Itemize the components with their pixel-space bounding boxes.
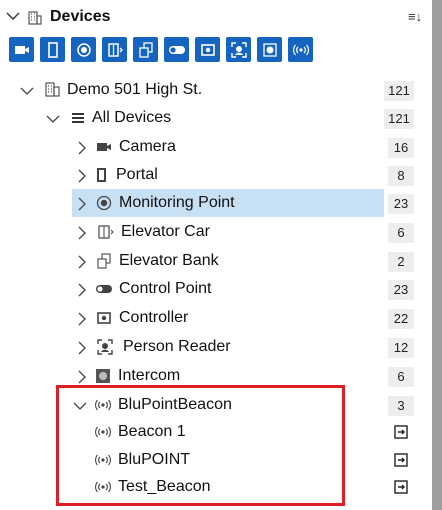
count-badge: 22 (388, 309, 414, 329)
monitoring-point-icon (76, 42, 91, 57)
tree-row-all-devices[interactable]: All Devices 121 (0, 104, 420, 132)
tree-item-label: Monitoring Point (119, 194, 235, 211)
face-scan-icon (230, 41, 247, 58)
count-badge: 6 (388, 367, 414, 387)
portal-filter-button[interactable] (40, 37, 65, 62)
open-device-icon[interactable] (394, 425, 408, 439)
tree-item-label: Person Reader (123, 338, 231, 355)
tree-item-label: Camera (119, 138, 176, 155)
elevator-car-icon (98, 225, 114, 239)
elevator-bank-filter-button[interactable] (133, 37, 158, 62)
highlight-box (56, 385, 345, 506)
open-device-icon[interactable] (394, 453, 408, 467)
chevron-down-icon[interactable] (6, 9, 20, 23)
face-scan-icon (97, 339, 113, 355)
tree-item-label: Portal (116, 166, 158, 183)
tree-item-label: Control Point (119, 280, 212, 297)
camera-filter-button[interactable] (9, 37, 34, 62)
chevron-down-icon[interactable] (20, 84, 34, 98)
count-badge: 8 (388, 166, 414, 186)
list-sort-icon[interactable]: ≡↓ (408, 9, 422, 24)
camera-icon (14, 45, 29, 54)
tree-item-label: Elevator Bank (119, 252, 219, 269)
intercom-filter-button[interactable] (257, 37, 282, 62)
elevator-bank-icon (97, 253, 111, 269)
control-point-filter-button[interactable] (164, 37, 189, 62)
beacon-filter-button[interactable] (288, 37, 313, 62)
door-icon (97, 168, 106, 182)
building-icon (28, 11, 42, 25)
tree-row-monitoring-point[interactable]: Monitoring Point 23 (0, 189, 420, 217)
toggle-icon (96, 285, 112, 293)
chevron-right-icon[interactable] (75, 169, 89, 183)
chevron-right-icon[interactable] (75, 141, 89, 155)
tree-row-camera[interactable]: Camera 16 (0, 133, 420, 161)
chevron-right-icon[interactable] (75, 312, 89, 326)
tree-item-label: Elevator Car (121, 223, 210, 240)
tree-item-label: Controller (119, 309, 189, 326)
intercom-icon (262, 42, 277, 57)
tree-row-site[interactable]: Demo 501 High St. 121 (0, 76, 420, 104)
count-badge: 23 (388, 280, 414, 300)
tree-row-elevator-car[interactable]: Elevator Car 6 (0, 218, 420, 246)
chevron-right-icon[interactable] (75, 370, 89, 384)
tree-row-control-point[interactable]: Control Point 23 (0, 275, 420, 303)
devices-header: Devices ≡↓ (0, 0, 430, 36)
tree-row-person-reader[interactable]: Person Reader 12 (0, 333, 420, 361)
building-icon (45, 82, 60, 97)
chevron-right-icon[interactable] (75, 283, 89, 297)
page-title: Devices (50, 8, 111, 25)
chevron-right-icon[interactable] (75, 341, 89, 355)
toggle-icon (168, 45, 185, 54)
elevator-car-filter-button[interactable] (102, 37, 127, 62)
count-badge: 6 (388, 223, 414, 243)
camera-icon (97, 143, 111, 151)
count-badge: 121 (384, 81, 414, 101)
count-badge: 3 (388, 396, 414, 416)
controller-icon (200, 43, 215, 56)
tree-item-label: Intercom (118, 367, 181, 384)
controller-filter-button[interactable] (195, 37, 220, 62)
count-badge: 2 (388, 252, 414, 272)
count-badge: 121 (384, 109, 414, 129)
open-device-icon[interactable] (394, 480, 408, 494)
controller-icon (97, 312, 111, 324)
monitoring-point-icon (96, 195, 112, 211)
elevator-bank-icon (138, 41, 153, 58)
tree-row-elevator-bank[interactable]: Elevator Bank 2 (0, 247, 420, 275)
tree-row-portal[interactable]: Portal 8 (0, 161, 420, 189)
chevron-right-icon[interactable] (75, 197, 89, 211)
chevron-right-icon[interactable] (75, 226, 89, 240)
intercom-icon (96, 369, 110, 383)
chevron-right-icon[interactable] (75, 255, 89, 269)
tree-row-controller[interactable]: Controller 22 (0, 304, 420, 332)
beacon-icon (292, 44, 309, 55)
chevron-down-icon[interactable] (46, 112, 60, 126)
site-label: Demo 501 High St. (67, 81, 203, 98)
list-icon (72, 113, 84, 123)
person-reader-filter-button[interactable] (226, 37, 251, 62)
all-devices-label: All Devices (92, 109, 172, 126)
count-badge: 23 (388, 194, 414, 214)
count-badge: 12 (388, 338, 414, 358)
elevator-car-icon (107, 42, 123, 57)
count-badge: 16 (388, 138, 414, 158)
monitoring-point-filter-button[interactable] (71, 37, 96, 62)
scrollbar[interactable] (432, 0, 442, 510)
door-icon (47, 41, 58, 58)
